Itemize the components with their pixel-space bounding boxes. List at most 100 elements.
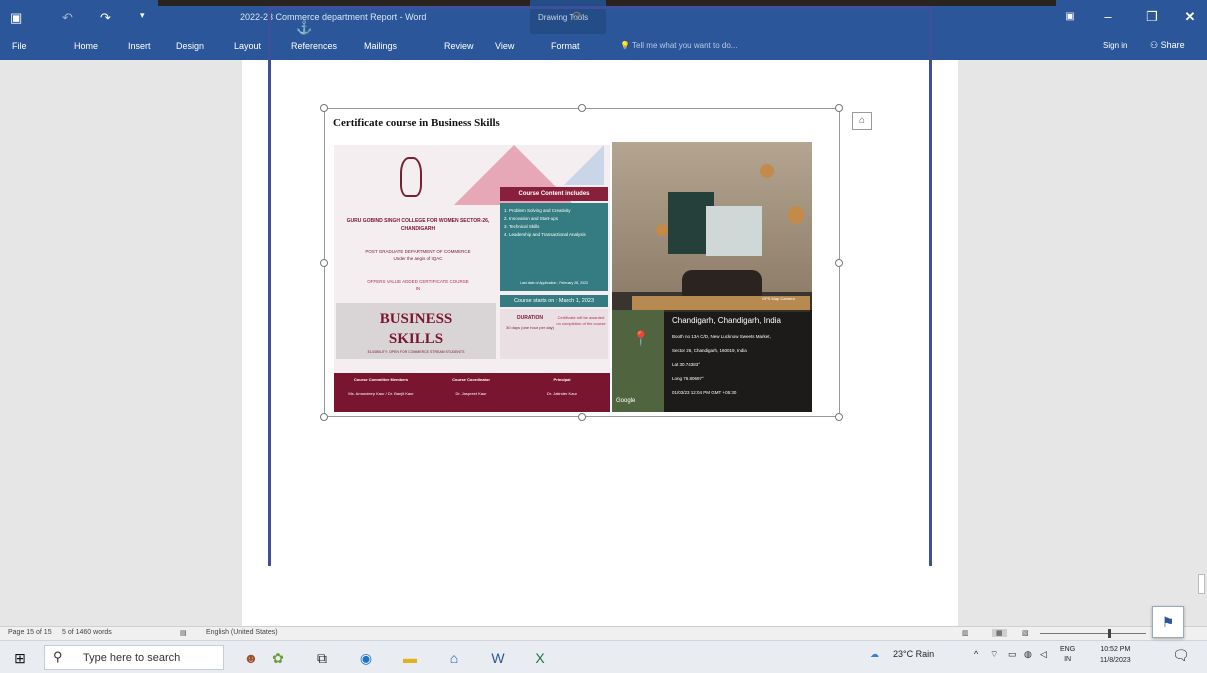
proofing-icon[interactable]: ▤ <box>180 629 187 637</box>
print-layout-icon[interactable]: ▦ <box>992 629 1007 637</box>
web-layout-icon[interactable]: ▧ <box>1022 629 1029 637</box>
resize-handle[interactable] <box>835 259 843 267</box>
word-app-icon[interactable]: W <box>488 648 508 668</box>
zoom-slider[interactable] <box>1040 633 1146 634</box>
photo-projector-screen <box>706 206 762 256</box>
tab-design[interactable]: Design <box>176 41 204 51</box>
taskbar-search-box[interactable]: ⚲ Type here to search <box>44 645 224 670</box>
tab-home[interactable]: Home <box>74 41 98 51</box>
scrollbar-thumb[interactable] <box>1198 574 1205 594</box>
resize-handle[interactable] <box>578 104 586 112</box>
list-item: 1. Problem Solving and Creativity <box>504 208 571 213</box>
footer-heading: Course Committee Members <box>353 377 409 382</box>
tab-insert[interactable]: Insert <box>128 41 151 51</box>
ribbon-display-button[interactable]: ▣ <box>1058 6 1082 28</box>
zoom-slider-thumb[interactable] <box>1108 629 1111 638</box>
save-icon[interactable]: ▣ <box>10 10 22 26</box>
show-hidden-icons[interactable]: ^ <box>974 649 978 659</box>
resize-handle[interactable] <box>320 104 328 112</box>
layout-options-button[interactable]: ⌂ <box>852 112 872 130</box>
rotate-handle-icon[interactable]: ⟳ <box>572 8 584 25</box>
language-indicator[interactable]: English (United States) <box>206 629 278 636</box>
language-indicator-tray[interactable]: ENG IN <box>1060 645 1075 665</box>
status-bar: Page 15 of 15 5 of 1460 words ▤ English … <box>0 626 1207 640</box>
classroom-photo[interactable]: GPS Map Camera 📍 Google Chandigarh, Chan… <box>612 142 812 412</box>
wifi-icon[interactable]: ◍ <box>1024 649 1032 660</box>
course-poster-image[interactable]: GURU GOBIND SINGH COLLEGE FOR WOMEN SECT… <box>334 145 610 412</box>
store-icon[interactable]: ⌂ <box>444 648 464 668</box>
weather-text[interactable]: 23°C Rain <box>893 649 934 659</box>
in-line: IN <box>415 286 421 291</box>
search-placeholder: Type here to search <box>83 652 181 664</box>
gps-longitude: Long 76.80697° <box>672 376 704 381</box>
footer-name: Ms. Amandeep Kaur / Dr. Banjit Kaur <box>348 391 414 396</box>
gps-address-line: Sector 26, Chandigarh, 160019, India <box>672 348 747 353</box>
college-logo <box>400 157 422 197</box>
share-button[interactable]: ⚇ Share <box>1150 40 1185 51</box>
tab-file[interactable]: File <box>12 41 27 51</box>
vertical-scrollbar[interactable] <box>1196 60 1207 626</box>
course-title-box: BUSINESS SKILLS ELIGIBILITY: OPEN FOR CO… <box>336 303 496 359</box>
volume-icon[interactable]: ◁ <box>1040 649 1047 660</box>
close-button[interactable]: ✕ <box>1178 6 1202 28</box>
undo-icon[interactable]: ↶ <box>62 10 73 26</box>
resize-handle[interactable] <box>835 104 843 112</box>
edge-browser-icon[interactable]: ◉ <box>356 648 376 668</box>
battery-icon[interactable]: ▭ <box>1008 649 1017 660</box>
course-title-line1: BUSINESS <box>379 311 453 327</box>
content-heading: Course Content includes <box>500 187 608 201</box>
gps-camera-label: GPS Map Camera <box>762 296 795 301</box>
footer-name: Dr. Jatinder Kaur <box>546 391 577 396</box>
resize-handle[interactable] <box>320 259 328 267</box>
task-view-icon[interactable]: ⧉ <box>312 648 332 668</box>
redo-icon[interactable]: ↷ <box>100 10 111 26</box>
avatar-icon[interactable]: ☻ <box>238 648 264 668</box>
customize-qat-icon[interactable]: ▾ <box>140 10 145 21</box>
resize-handle[interactable] <box>835 413 843 421</box>
photo-people <box>682 270 762 298</box>
minimize-button[interactable]: – <box>1096 6 1120 28</box>
anchor-icon[interactable]: ⚓ <box>296 20 312 36</box>
taskbar-clock[interactable]: 10:52 PM 11/8/2023 <box>1100 644 1131 666</box>
poster-decoration <box>564 145 604 185</box>
last-date-text: Last date of Application : February 28, … <box>520 281 588 285</box>
tab-layout[interactable]: Layout <box>234 41 261 51</box>
footer-heading: Course Coordinator <box>452 377 490 382</box>
person-icon: ⚇ <box>1150 40 1159 50</box>
windows-taskbar: ⊞ ⚲ Type here to search ☻ ✿ ⧉ ◉ ▬ ⌂ W X … <box>0 640 1207 673</box>
duration-box: DURATION 30 days (one hour per day) Cert… <box>500 309 608 359</box>
list-item: 2. Innovation and Start-ups <box>504 216 559 221</box>
bookmark-icon[interactable]: ⚑ <box>1152 606 1184 638</box>
sign-in-link[interactable]: Sign in <box>1103 41 1127 50</box>
footer-name: Dr. Jaspreet Kaur <box>455 391 487 396</box>
duration-label: DURATION <box>516 315 543 321</box>
read-mode-icon[interactable]: ▥ <box>962 629 969 637</box>
maximize-button[interactable]: ❐ <box>1140 6 1164 28</box>
word-count[interactable]: 5 of 1460 words <box>62 629 112 636</box>
network-icon[interactable]: ⌔ <box>990 649 998 660</box>
gps-latitude: Lat 30.74383° <box>672 362 701 367</box>
resize-handle[interactable] <box>578 413 586 421</box>
page-count[interactable]: Page 15 of 15 <box>8 629 52 636</box>
duration-value: 30 days (one hour per day) <box>505 325 555 330</box>
weather-icon[interactable]: ☁ <box>870 649 879 660</box>
resize-handle[interactable] <box>320 413 328 421</box>
list-item: 3. Technical Skills <box>504 224 540 229</box>
gps-address-line: Booth no 13A C/D, New Lucknow Sweets Mar… <box>672 334 771 339</box>
aegis-text: Under the aegis of IQAC <box>393 256 443 261</box>
offers-text: OFFERS VALUE ADDED CERTIFICATE COURSE IN <box>338 278 498 292</box>
google-label: Google <box>616 398 636 404</box>
lang-code: ENG <box>1060 646 1076 653</box>
course-title-line2: SKILLS <box>388 331 444 347</box>
windows-start-icon[interactable]: ⊞ <box>10 648 30 668</box>
college-name: GURU GOBIND SINGH COLLEGE FOR WOMEN SECT… <box>346 218 490 232</box>
file-explorer-icon[interactable]: ▬ <box>400 648 420 668</box>
photo-wall-decor <box>788 206 804 224</box>
certificate-note: Certificate will be awarded on completio… <box>556 315 606 326</box>
right-margin-area <box>958 60 1207 626</box>
excel-app-icon[interactable]: X <box>530 648 550 668</box>
widget-icon[interactable]: ✿ <box>268 648 288 668</box>
search-icon: ⚲ <box>53 649 63 664</box>
photo-wall-decor <box>656 224 668 236</box>
notification-icon[interactable]: 🗨 <box>1172 647 1190 664</box>
